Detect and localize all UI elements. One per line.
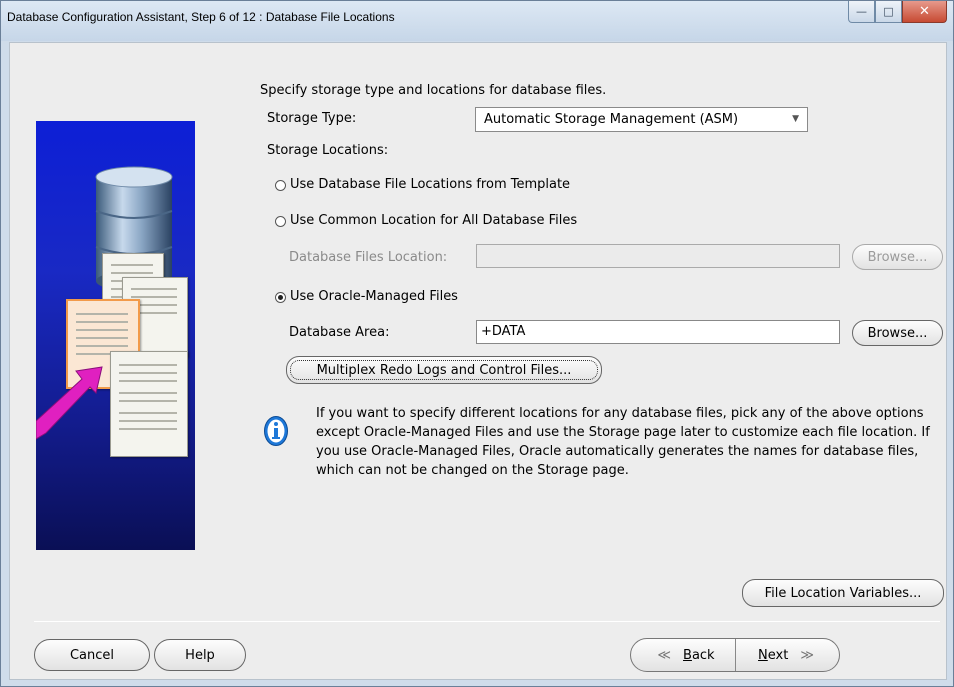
storage-type-value: Automatic Storage Management (ASM) (484, 112, 739, 127)
cancel-button[interactable]: Cancel (34, 639, 150, 671)
next-label: ext (767, 647, 789, 663)
minimize-icon: — (856, 5, 867, 18)
close-icon: ✕ (919, 4, 930, 19)
footer-separator (34, 621, 940, 622)
step-illustration (36, 121, 195, 550)
navigation-buttons: ≪ Back Next ≫ (630, 638, 840, 672)
info-icon (264, 416, 288, 446)
nav-divider (735, 639, 736, 671)
info-message: If you want to specify different locatio… (316, 406, 930, 478)
back-mnemonic: B (683, 647, 692, 663)
radio-template-label[interactable]: Use Database File Locations from Templat… (290, 177, 570, 192)
title-bar: Database Configuration Assistant, Step 6… (1, 1, 953, 41)
radio-oracle-managed-label[interactable]: Use Oracle-Managed Files (290, 289, 458, 304)
back-button[interactable]: ≪ Back (639, 639, 733, 671)
storage-type-select[interactable]: Automatic Storage Management (ASM) ▼ (475, 107, 808, 132)
next-button[interactable]: Next ≫ (739, 639, 833, 671)
radio-common-location-label[interactable]: Use Common Location for All Database Fil… (290, 213, 577, 228)
maximize-icon: □ (883, 5, 894, 18)
pink-arrow-icon (36, 366, 103, 440)
maximize-button[interactable]: □ (875, 1, 902, 23)
radio-common-location[interactable] (275, 216, 286, 227)
intro-text: Specify storage type and locations for d… (260, 83, 607, 98)
next-arrow-icon: ≫ (800, 647, 814, 663)
help-button[interactable]: Help (154, 639, 246, 671)
db-files-location-field (476, 244, 840, 268)
radio-template[interactable] (275, 180, 286, 191)
back-label: ack (691, 647, 715, 663)
back-arrow-icon: ≪ (657, 647, 672, 663)
next-mnemonic: N (758, 647, 768, 663)
window-title: Database Configuration Assistant, Step 6… (7, 10, 395, 24)
database-area-label: Database Area: (289, 325, 390, 340)
storage-locations-label: Storage Locations: (267, 143, 389, 158)
chevron-down-icon: ▼ (792, 114, 799, 124)
radio-oracle-managed[interactable] (275, 292, 286, 303)
dialog-body: Specify storage type and locations for d… (9, 42, 947, 680)
browse-area-button[interactable]: Browse... (852, 320, 943, 346)
window-controls: — □ ✕ (848, 1, 947, 23)
database-area-field[interactable]: +DATA (476, 320, 840, 344)
browse-common-button: Browse... (852, 244, 943, 270)
close-button[interactable]: ✕ (902, 1, 947, 23)
minimize-button[interactable]: — (848, 1, 875, 23)
db-files-location-label: Database Files Location: (289, 250, 448, 265)
storage-type-label: Storage Type: (267, 111, 357, 126)
multiplex-button[interactable]: Multiplex Redo Logs and Control Files... (286, 356, 602, 384)
dbca-window: Database Configuration Assistant, Step 6… (0, 0, 954, 687)
file-location-variables-button[interactable]: File Location Variables... (742, 579, 944, 607)
